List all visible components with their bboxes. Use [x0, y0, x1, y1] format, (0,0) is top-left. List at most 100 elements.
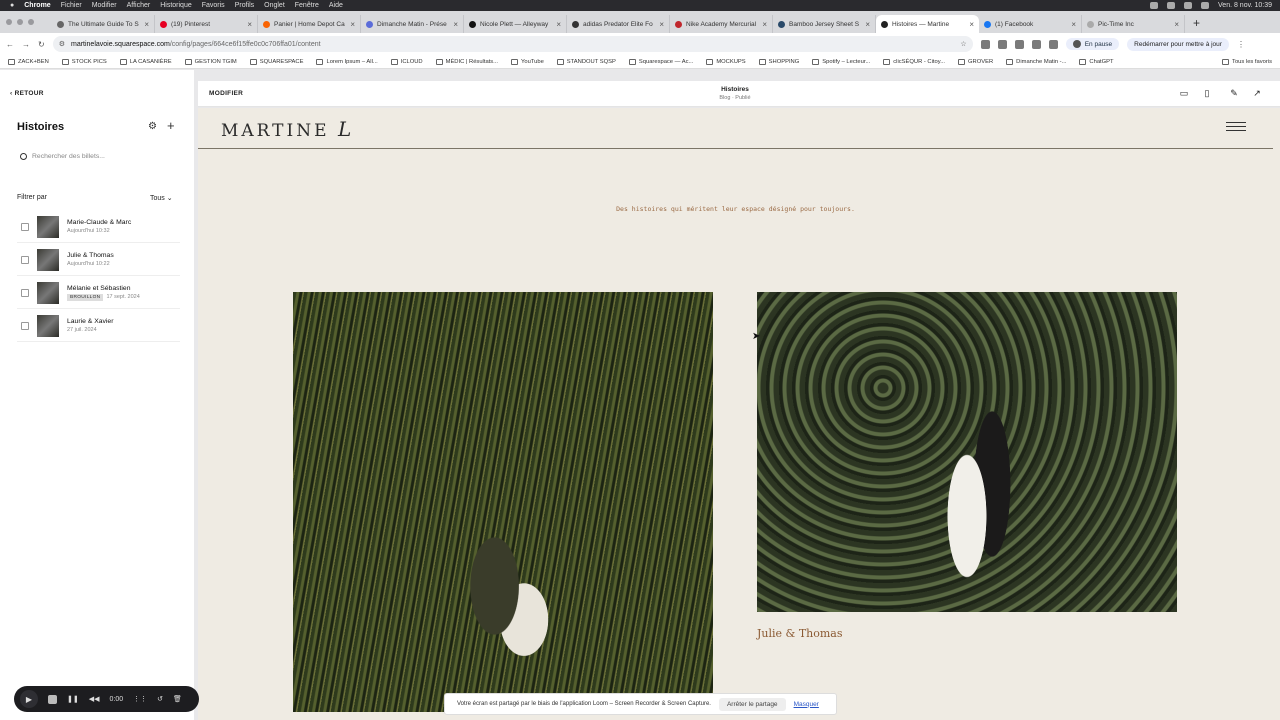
menu-afficher[interactable]: Afficher	[127, 2, 151, 9]
stop-sharing-button[interactable]: Arrêter le partage	[718, 697, 786, 711]
site-styles-icon[interactable]: ✎	[1229, 88, 1239, 98]
filter-dropdown[interactable]: Tous ⌄	[150, 194, 173, 202]
bookmark-item[interactable]: SQUARESPACE	[249, 58, 303, 65]
menubar-clock[interactable]: Ven. 8 nov. 10:39	[1218, 2, 1272, 9]
bookmark-item[interactable]: MÉDIC | Résultats...	[435, 58, 498, 65]
browser-tab[interactable]: Histoires — Martine ×	[876, 15, 979, 33]
post-item[interactable]: Laurie & Xavier 27 juil. 2024	[17, 310, 180, 342]
extension-icon[interactable]	[1014, 39, 1024, 49]
bookmark-item[interactable]: ZACK+BEN	[8, 58, 49, 65]
post-item[interactable]: Mélanie et Sébastien BROUILLON 17 sept. 20…	[17, 277, 180, 309]
close-icon[interactable]: ×	[556, 20, 561, 29]
pause-icon[interactable]: ❚❚	[67, 695, 79, 703]
address-bar[interactable]: ⚙ martinelavoie.squarespace.com/config/p…	[52, 36, 973, 52]
bookmark-item[interactable]: clicSÉQUR - Citoy...	[883, 58, 945, 65]
browser-tab[interactable]: The Ultimate Guide To S ×	[52, 15, 155, 33]
open-external-icon[interactable]: ↗	[1252, 88, 1262, 98]
mobile-view-icon[interactable]: ▯	[1202, 88, 1212, 98]
bookmark-item[interactable]: LA CASANIÈRE	[119, 58, 172, 65]
menu-profils[interactable]: Profils	[235, 2, 254, 9]
minimize-window-button[interactable]	[17, 19, 23, 25]
bookmark-item[interactable]: SHOPPING	[758, 58, 799, 65]
close-window-button[interactable]	[6, 19, 12, 25]
close-icon[interactable]: ×	[453, 20, 458, 29]
wifi-icon[interactable]	[1184, 2, 1193, 9]
menu-favoris[interactable]: Favoris	[202, 2, 225, 9]
browser-tab[interactable]: Nike Academy Mercurial ×	[670, 15, 773, 33]
menu-historique[interactable]: Historique	[160, 2, 192, 9]
desktop-view-icon[interactable]: ▭	[1179, 88, 1189, 98]
maximize-window-button[interactable]	[28, 19, 34, 25]
bookmark-item[interactable]: Squarespace — Ac...	[628, 58, 693, 65]
close-icon[interactable]: ×	[350, 20, 355, 29]
status-icon[interactable]	[1167, 2, 1176, 9]
edit-button[interactable]: MODIFIER	[209, 90, 243, 97]
all-bookmarks-button[interactable]: Tous les favoris	[1222, 58, 1280, 65]
bookmark-item[interactable]: GESTION TGIM	[184, 58, 237, 65]
close-icon[interactable]: ×	[247, 20, 252, 29]
post-checkbox[interactable]	[21, 255, 29, 264]
post-item[interactable]: Marie-Claude & Marc Aujourd'hui 10:32	[17, 211, 180, 243]
reload-icon[interactable]: ↻	[38, 40, 45, 49]
browser-tab[interactable]: (19) Pinterest ×	[155, 15, 258, 33]
battery-icon[interactable]	[1201, 2, 1210, 9]
browser-tab[interactable]: (1) Facebook ×	[979, 15, 1082, 33]
more-menu-icon[interactable]: ⋮	[1237, 40, 1245, 49]
menu-onglet[interactable]: Onglet	[264, 2, 285, 9]
post-title[interactable]: Julie & Thomas	[757, 627, 843, 640]
close-icon[interactable]: ×	[659, 20, 664, 29]
bookmark-item[interactable]: Dimanche Matin -...	[1006, 58, 1066, 65]
bookmark-item[interactable]: ICLOUD	[390, 58, 423, 65]
stop-recording-button[interactable]	[48, 694, 57, 704]
hamburger-menu-icon[interactable]	[1226, 122, 1246, 134]
site-logo[interactable]: MARTINE L	[221, 117, 354, 141]
close-icon[interactable]: ×	[865, 20, 870, 29]
status-icon[interactable]	[1150, 2, 1159, 9]
profile-button[interactable]: En pause	[1065, 38, 1120, 50]
menu-aide[interactable]: Aide	[329, 2, 343, 9]
browser-tab[interactable]: Panier | Home Depot Ca ×	[258, 15, 361, 33]
post-checkbox[interactable]	[21, 288, 29, 297]
rewind-icon[interactable]: ◀◀	[89, 695, 100, 703]
back-button[interactable]: ‹ RETOUR	[10, 90, 44, 97]
bookmark-item[interactable]: YouTube	[511, 58, 544, 65]
new-tab-button[interactable]: +	[1193, 16, 1200, 30]
site-info-icon[interactable]: ⚙	[59, 40, 65, 48]
browser-tab[interactable]: Dimanche Matin - Prése ×	[361, 15, 464, 33]
camera-icon[interactable]: ▶	[20, 690, 38, 708]
restart-icon[interactable]: ↺	[157, 695, 163, 703]
close-icon[interactable]: ×	[144, 20, 149, 29]
menu-fenetre[interactable]: Fenêtre	[295, 2, 319, 9]
bookmark-item[interactable]: Lorem Ipsum – All...	[316, 58, 378, 65]
close-icon[interactable]: ×	[1174, 20, 1179, 29]
gear-icon[interactable]: ⚙	[148, 121, 157, 132]
menu-modifier[interactable]: Modifier	[92, 2, 117, 9]
menu-app[interactable]: Chrome	[24, 2, 50, 9]
close-icon[interactable]: ×	[1071, 20, 1076, 29]
bookmark-item[interactable]: STOCK PICS	[61, 58, 107, 65]
post-image-couple-ivy[interactable]	[757, 292, 1177, 612]
forward-arrow-icon[interactable]: →	[22, 40, 30, 49]
grid-icon[interactable]: ⋮⋮	[133, 695, 147, 703]
extension-icon[interactable]	[980, 39, 990, 49]
hide-button[interactable]: Masquer	[794, 701, 819, 708]
back-arrow-icon[interactable]: ←	[6, 40, 14, 49]
bookmark-item[interactable]: GROVER	[958, 58, 993, 65]
restart-update-button[interactable]: Redémarrer pour mettre à jour	[1127, 37, 1229, 51]
browser-tab[interactable]: Pic-Time Inc ×	[1082, 15, 1185, 33]
apple-icon[interactable]: ●	[10, 2, 14, 9]
extensions-puzzle-icon[interactable]	[1048, 39, 1058, 49]
bookmark-item[interactable]: Spotify – Lecteur...	[812, 58, 870, 65]
close-icon[interactable]: ×	[762, 20, 767, 29]
bookmark-item[interactable]: ChatGPT	[1079, 58, 1114, 65]
browser-tab[interactable]: Nicole Plett — Alleyway ×	[464, 15, 567, 33]
browser-tab[interactable]: adidas Predator Elite Fo ×	[567, 15, 670, 33]
post-item[interactable]: Julie & Thomas Aujourd'hui 10:22	[17, 244, 180, 276]
close-icon[interactable]: ×	[969, 20, 974, 29]
bookmark-item[interactable]: STANDOUT SQSP	[556, 58, 616, 65]
post-checkbox[interactable]	[21, 321, 29, 330]
extension-icon[interactable]	[1031, 39, 1041, 49]
extension-icon[interactable]	[997, 39, 1007, 49]
post-checkbox[interactable]	[21, 222, 29, 231]
browser-tab[interactable]: Bamboo Jersey Sheet S ×	[773, 15, 876, 33]
